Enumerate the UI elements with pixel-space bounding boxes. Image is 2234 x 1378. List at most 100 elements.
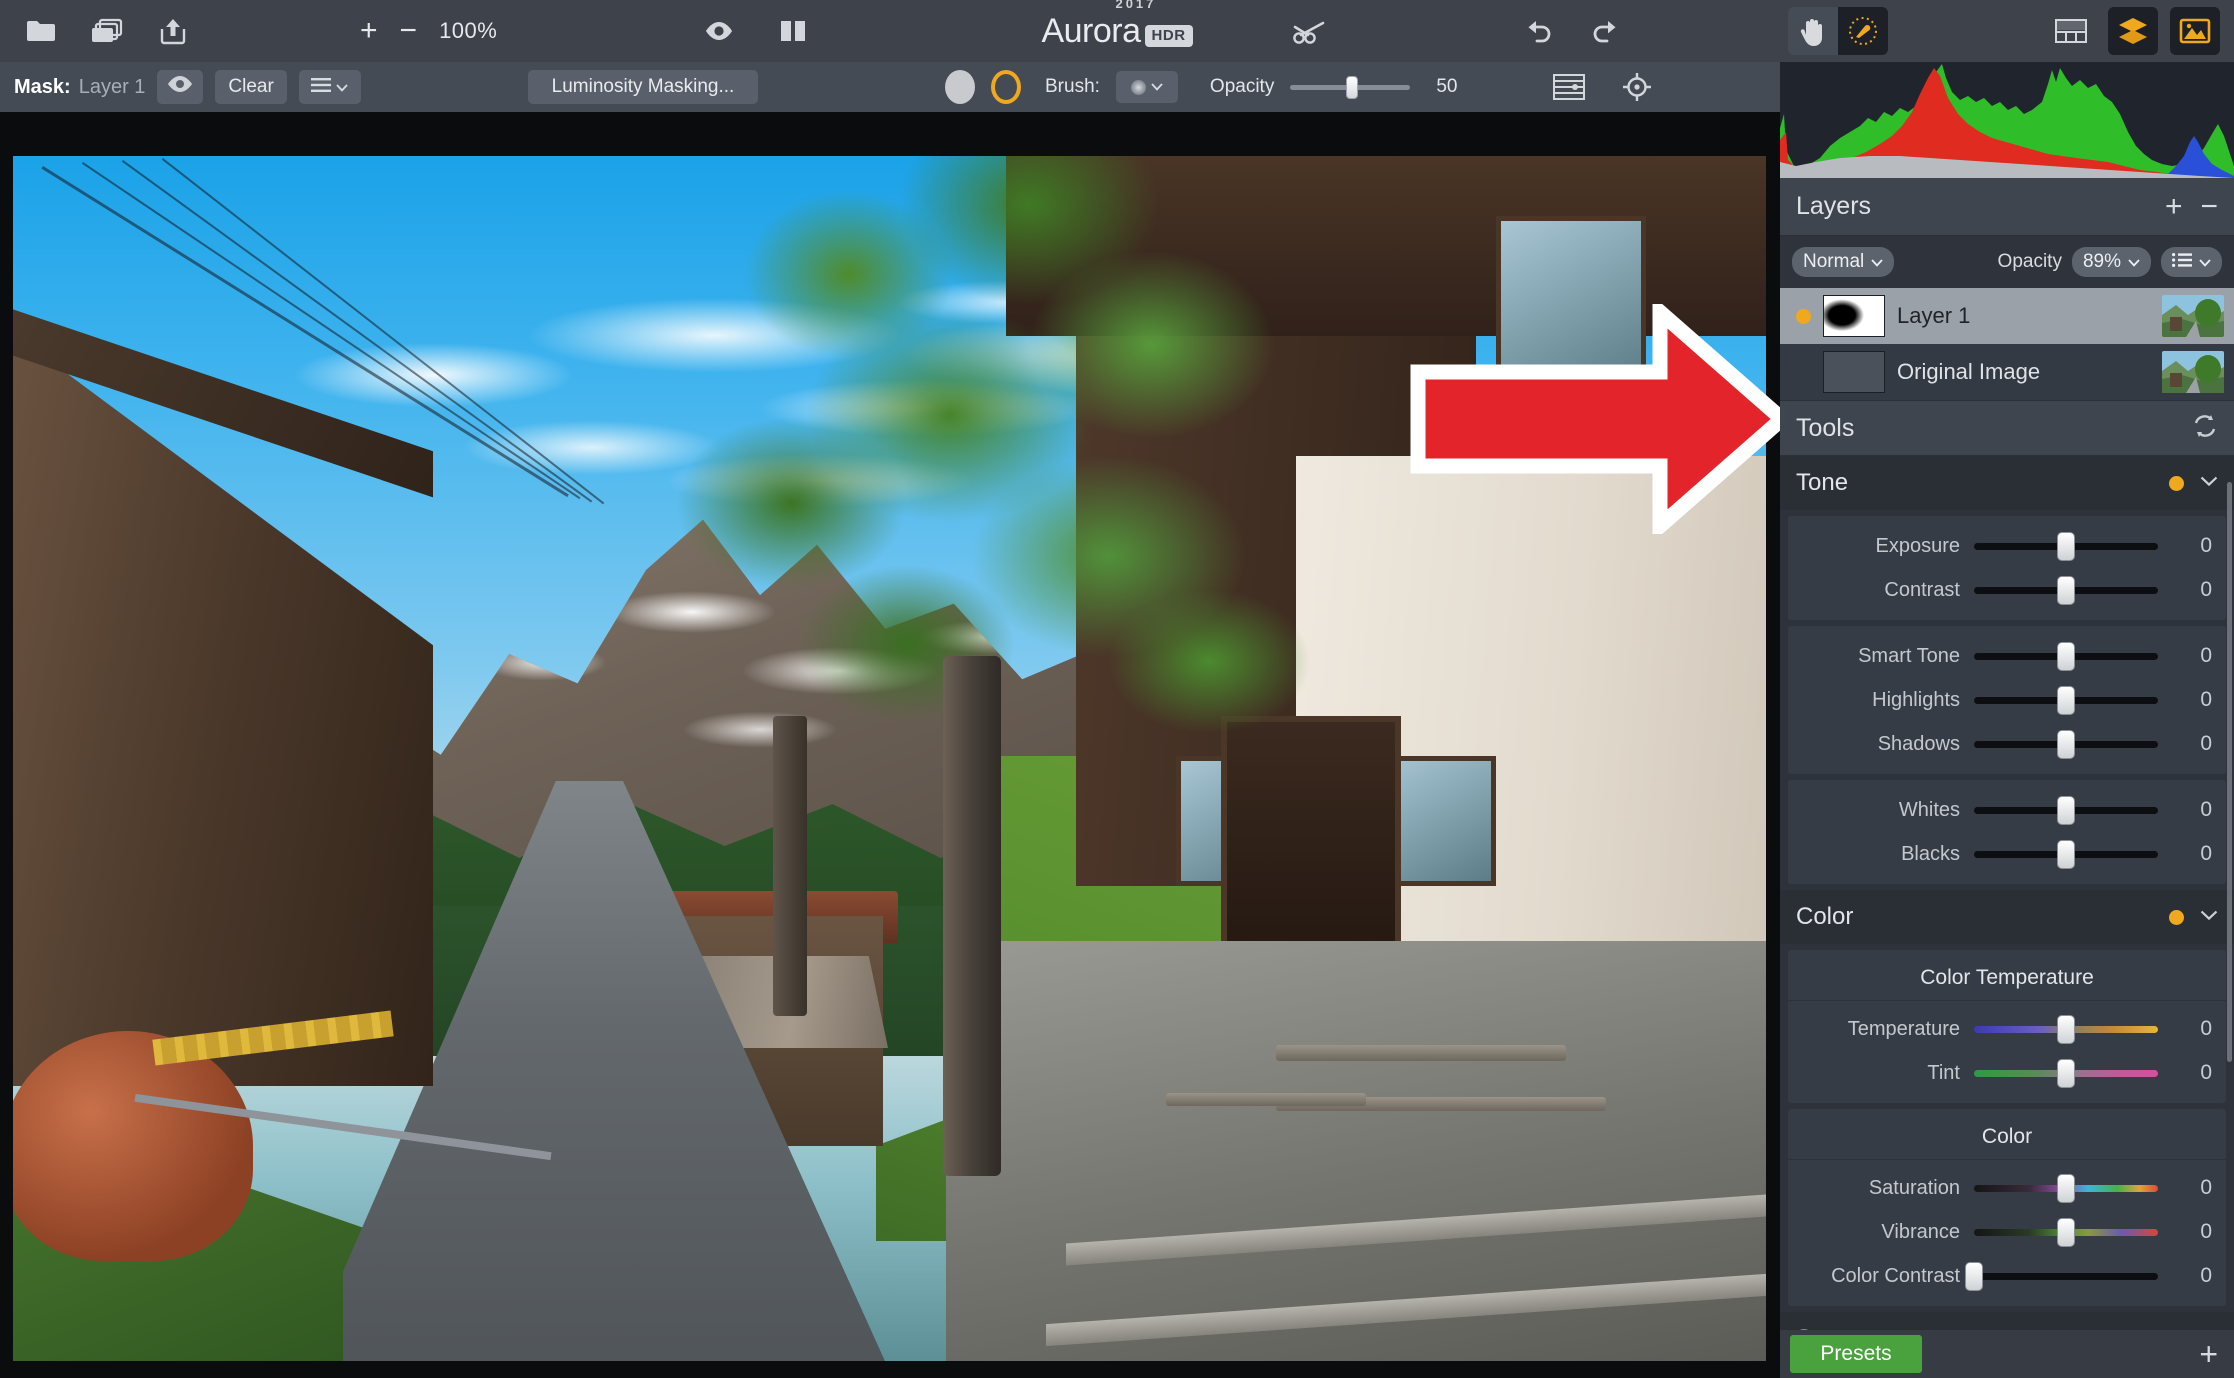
tools-scrollbar[interactable] (2227, 482, 2232, 1062)
slider-knob[interactable] (2057, 795, 2075, 825)
batch-copies-icon[interactable] (88, 14, 126, 48)
slider-label: Blacks (1901, 842, 1960, 865)
radial-mask-icon[interactable] (1618, 70, 1656, 104)
add-preset-button[interactable]: + (2199, 1338, 2218, 1370)
slider-value[interactable]: 0 (2158, 578, 2212, 602)
group-enabled-dot[interactable] (2169, 909, 2184, 925)
tools-scroll-area[interactable]: Tone Exposure 0 Contrast 0 Smart Tone 0 … (1780, 456, 2234, 1378)
export-share-icon[interactable] (154, 14, 192, 48)
slider-knob[interactable] (2057, 575, 2075, 605)
brush-preset-select[interactable] (1115, 71, 1178, 103)
layers-header: Layers + − (1780, 178, 2234, 236)
history-group (1520, 0, 1624, 62)
chevron-down-icon (2199, 251, 2211, 273)
slider-value[interactable]: 0 (2158, 1176, 2212, 1200)
slider-track[interactable] (1965, 1261, 2158, 1291)
chevron-down-icon[interactable] (2200, 908, 2218, 926)
chevron-down-icon[interactable] (2200, 474, 2218, 492)
remove-layer-button[interactable]: − (2200, 191, 2218, 222)
tone-block-3: Whites 0 Blacks 0 (1788, 780, 2226, 884)
eye-compare-icon[interactable] (700, 14, 738, 48)
layer-row-1[interactable]: Layer 1 (1780, 288, 2234, 344)
slider-knob[interactable] (2057, 1173, 2075, 1203)
gradient-mask-icon[interactable] (1550, 70, 1588, 104)
split-view-icon[interactable] (774, 14, 812, 48)
folder-icon[interactable] (22, 14, 60, 48)
slider-knob[interactable] (2057, 531, 2075, 561)
slider-value[interactable]: 0 (2158, 842, 2212, 866)
brush-opacity-knob[interactable] (1346, 75, 1359, 99)
slider-track[interactable] (1974, 1014, 2158, 1044)
show-mask-button[interactable] (157, 70, 204, 104)
slider-track[interactable] (1974, 1217, 2158, 1247)
mask-menu-button[interactable] (298, 70, 361, 104)
red-arrow-annotation (1410, 295, 1780, 543)
group-header-tone[interactable]: Tone (1780, 456, 2234, 510)
slider-value[interactable]: 0 (2158, 1264, 2212, 1288)
slider-value[interactable]: 0 (2158, 644, 2212, 668)
layer-blank-thumbnail[interactable] (1823, 351, 1885, 393)
photo-rusty-tank (13, 1031, 253, 1261)
slider-track[interactable] (1974, 575, 2158, 605)
slider-track[interactable] (1974, 685, 2158, 715)
zoom-out-button[interactable]: − (400, 16, 418, 46)
image-panel-icon[interactable] (2170, 7, 2220, 55)
slider-track[interactable] (1974, 531, 2158, 561)
zoom-in-button[interactable]: + (360, 16, 378, 46)
slider-value[interactable]: 0 (2158, 798, 2212, 822)
chevron-down-icon (1871, 251, 1883, 273)
scissors-crop-icon[interactable] (1290, 14, 1328, 48)
solid-brush-icon[interactable] (945, 70, 975, 104)
slider-knob[interactable] (2057, 839, 2075, 869)
filmstrip-panel-icon[interactable] (2046, 7, 2096, 55)
layer-opacity-select[interactable]: 89% (2071, 247, 2151, 277)
slider-knob[interactable] (2057, 1058, 2075, 1088)
slider-knob[interactable] (2057, 729, 2075, 759)
layer-options-button[interactable] (2161, 247, 2222, 277)
slider-knob[interactable] (2057, 1217, 2075, 1247)
reset-refresh-icon[interactable] (2192, 413, 2218, 444)
slider-value[interactable]: 0 (2158, 688, 2212, 712)
layer-row-2[interactable]: Original Image (1780, 344, 2234, 400)
image-canvas[interactable] (0, 112, 1780, 1378)
slider-knob[interactable] (2057, 685, 2075, 715)
group-header-color[interactable]: Color (1780, 890, 2234, 944)
layer-visibility-dot[interactable] (1796, 308, 1811, 324)
undo-icon[interactable] (1520, 14, 1558, 48)
layers-panel-icon[interactable] (2108, 7, 2158, 55)
slider-value[interactable]: 0 (2158, 1220, 2212, 1244)
clear-mask-button[interactable]: Clear (215, 70, 287, 104)
slider-track[interactable] (1974, 1058, 2158, 1088)
slider-value[interactable]: 0 (2158, 534, 2212, 558)
presets-button[interactable]: Presets (1790, 1335, 1922, 1373)
redo-icon[interactable] (1586, 14, 1624, 48)
luminosity-masking-label: Luminosity Masking... (551, 76, 735, 97)
group-enabled-dot[interactable] (2169, 475, 2184, 491)
add-layer-button[interactable]: + (2165, 191, 2183, 222)
masking-brush-icon[interactable] (1838, 7, 1888, 55)
slider-track[interactable] (1974, 641, 2158, 671)
luminosity-masking-button[interactable]: Luminosity Masking... (528, 70, 758, 104)
mask-target-layer: Layer 1 (78, 75, 146, 98)
slider-track[interactable] (1974, 795, 2158, 825)
slider-track[interactable] (1974, 839, 2158, 869)
slider-knob[interactable] (2057, 1014, 2075, 1044)
layer-visibility-dot[interactable] (1796, 365, 1811, 380)
ring-brush-icon[interactable] (991, 70, 1021, 104)
slider-knob[interactable] (1965, 1261, 1983, 1291)
slider-value[interactable]: 0 (2158, 1061, 2212, 1085)
slider-track[interactable] (1974, 1173, 2158, 1203)
slider-row: Color Contrast 0 (1788, 1254, 2226, 1298)
slider-track[interactable] (1974, 729, 2158, 759)
brush-opacity-slider[interactable] (1290, 75, 1411, 99)
slider-row: Temperature 0 (1788, 1007, 2226, 1051)
layer-mask-thumbnail[interactable] (1823, 295, 1885, 337)
hand-pan-icon[interactable] (1788, 7, 1838, 55)
blend-mode-select[interactable]: Normal (1792, 247, 1895, 277)
zoom-level-label[interactable]: 100% (439, 18, 497, 44)
slider-value[interactable]: 0 (2158, 1017, 2212, 1041)
slider-label: Color Contrast (1831, 1264, 1960, 1287)
slider-knob[interactable] (2057, 641, 2075, 671)
slider-value[interactable]: 0 (2158, 732, 2212, 756)
slider-label: Whites (1898, 798, 1960, 821)
